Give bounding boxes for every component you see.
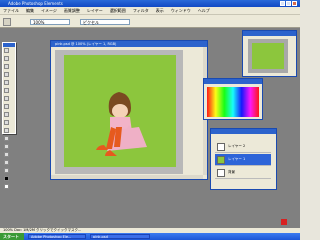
option-field-2[interactable]: ピクセル xyxy=(80,19,130,25)
close-button[interactable] xyxy=(292,1,297,6)
tool-preset-icon[interactable] xyxy=(3,18,11,26)
document-title: pink.psd @ 100% (レイヤー 1, RGB) xyxy=(51,41,207,47)
illustration xyxy=(96,92,147,156)
horizontal-scrollbar[interactable] xyxy=(51,175,203,179)
layer-row[interactable]: レイヤー 2 xyxy=(215,141,271,153)
minimize-button[interactable] xyxy=(280,1,285,6)
document-window: pink.psd @ 100% (レイヤー 1, RGB) xyxy=(50,40,208,180)
type-tool-icon[interactable] xyxy=(4,88,9,93)
layer-thumb xyxy=(217,142,225,151)
option-field-1[interactable]: 100% xyxy=(30,19,70,25)
move-tool-icon[interactable] xyxy=(4,48,9,53)
menu-select[interactable]: 選択範囲 xyxy=(110,8,126,14)
background-color-icon[interactable] xyxy=(4,184,9,189)
toolbox-title xyxy=(3,43,15,47)
dodge-tool-icon[interactable] xyxy=(4,160,9,165)
foreground-color-icon[interactable] xyxy=(4,176,9,181)
menu-help[interactable]: ヘルプ xyxy=(198,8,210,14)
zoom-tool-icon[interactable] xyxy=(4,56,9,61)
navigator-panel xyxy=(242,30,297,77)
menu-enhance[interactable]: 画質調整 xyxy=(64,8,80,14)
menu-window[interactable]: ウィンドウ xyxy=(171,8,191,14)
adobe-icon xyxy=(281,219,287,225)
menu-bar: ファイル 編集 イメージ 画質調整 レイヤー 選択範囲 フィルタ 表示 ウィンド… xyxy=(0,7,300,14)
menu-filter[interactable]: フィルタ xyxy=(133,8,149,14)
start-button[interactable]: スタート xyxy=(0,233,24,240)
eraser-tool-icon[interactable] xyxy=(4,120,9,125)
navigator-title xyxy=(243,31,296,36)
navigator-preview[interactable] xyxy=(248,39,288,73)
layer-thumb xyxy=(217,168,225,177)
sponge-tool-icon[interactable] xyxy=(4,168,9,173)
layer-name: 背景 xyxy=(228,170,235,174)
canvas-matte xyxy=(55,50,183,174)
stamp-tool-icon[interactable] xyxy=(4,144,9,149)
maximize-button[interactable] xyxy=(286,1,291,6)
options-bar: 100% ピクセル xyxy=(0,14,300,28)
menu-edit[interactable]: 編集 xyxy=(26,8,34,14)
menu-image[interactable]: イメージ xyxy=(41,8,57,14)
swatch-grid[interactable] xyxy=(207,87,259,117)
layer-row[interactable]: レイヤー 1 xyxy=(215,154,271,166)
taskbar-item[interactable]: pink.psd xyxy=(90,234,150,239)
layers-panel: レイヤー 2 レイヤー 1 背景 xyxy=(210,128,277,190)
blur-tool-icon[interactable] xyxy=(4,152,9,157)
marquee-tool-icon[interactable] xyxy=(4,64,9,69)
pencil-tool-icon[interactable] xyxy=(4,112,9,117)
toolbox xyxy=(2,42,16,189)
window-title: Adobe Photoshop Elements xyxy=(8,1,63,6)
magic-wand-icon[interactable] xyxy=(4,80,9,85)
layer-name: レイヤー 2 xyxy=(228,144,246,148)
menu-view[interactable]: 表示 xyxy=(156,8,164,14)
lasso-tool-icon[interactable] xyxy=(4,72,9,77)
taskbar-item[interactable]: Adobe Photoshop Ele... xyxy=(28,234,86,239)
title-bar: Adobe Photoshop Elements xyxy=(0,0,300,7)
layer-name: レイヤー 1 xyxy=(228,157,246,161)
layer-row[interactable]: 背景 xyxy=(215,167,271,179)
canvas[interactable] xyxy=(64,55,176,167)
swatches-title xyxy=(204,79,262,84)
menu-layer[interactable]: レイヤー xyxy=(87,8,103,14)
layer-thumb xyxy=(217,155,225,164)
brush-tool-icon[interactable] xyxy=(4,104,9,109)
menu-file[interactable]: ファイル xyxy=(3,8,19,14)
swatches-panel xyxy=(203,78,263,120)
gradient-tool-icon[interactable] xyxy=(4,136,9,141)
crop-tool-icon[interactable] xyxy=(4,96,9,101)
bucket-tool-icon[interactable] xyxy=(4,128,9,133)
layers-title xyxy=(211,129,276,134)
